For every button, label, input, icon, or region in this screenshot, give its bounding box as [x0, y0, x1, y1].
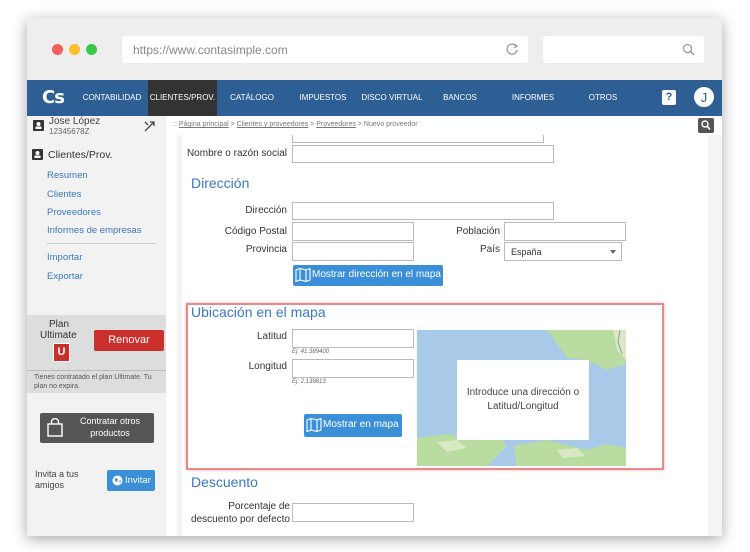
close-window-dot[interactable]	[52, 44, 63, 55]
contasimple-logo[interactable]: Cs	[42, 87, 65, 108]
address-bar[interactable]: https://www.contasimple.com	[122, 36, 528, 63]
breadcrumb-suppliers[interactable]: Proveedores	[316, 121, 356, 128]
postal-code-label: Código Postal	[224, 226, 287, 237]
contract-products-button[interactable]: Contratar otros productos	[40, 413, 154, 443]
address-input[interactable]	[292, 202, 554, 220]
browser-search-box[interactable]	[543, 36, 704, 63]
user-id: 12345678Z	[49, 127, 90, 136]
plan-name: Ultimate	[40, 330, 77, 341]
nav-informes[interactable]: INFORMES	[505, 80, 561, 116]
help-icon[interactable]: ?	[662, 90, 676, 105]
invite-button[interactable]: Invitar	[107, 470, 155, 491]
nav-contabilidad[interactable]: CONTABILIDAD	[77, 80, 147, 116]
plan-note: Tienes contratado el plan Ultimate. Tu p…	[34, 374, 152, 390]
address-label: Dirección	[245, 205, 287, 216]
plan-divider	[27, 370, 166, 371]
magnifier-icon	[701, 120, 711, 131]
province-input[interactable]	[292, 242, 414, 261]
invite-button-label: Invitar	[125, 475, 151, 486]
nav-catalogo[interactable]: CATÁLOGO	[222, 80, 282, 116]
discount-input[interactable]	[292, 503, 414, 522]
zoom-search-button[interactable]	[698, 118, 714, 133]
sidebar-divider	[47, 243, 156, 244]
previous-field-edge	[292, 135, 544, 143]
city-label: Población	[456, 226, 500, 237]
postal-code-input[interactable]	[292, 222, 414, 241]
user-box: Jose López 12345678Z	[27, 116, 166, 142]
maximize-window-dot[interactable]	[86, 44, 97, 55]
breadcrumb: :: Página principal > Clientes y proveed…	[166, 116, 722, 132]
breadcrumb-clients-suppliers[interactable]: Clientes y proveedores	[237, 121, 309, 128]
url-text: https://www.contasimple.com	[133, 43, 288, 57]
browser-window: https://www.contasimple.com Cs CONTABILI…	[27, 18, 722, 536]
discount-label: Porcentaje de descuento por defecto	[191, 501, 290, 525]
plan-badge: U	[53, 343, 70, 362]
address-section-title: Dirección	[191, 175, 250, 191]
sidebar: Jose López 12345678Z Clientes/Prov. Resu…	[27, 116, 166, 536]
contacts-icon	[32, 149, 43, 160]
user-name: Jose López	[49, 116, 101, 127]
map-icon	[295, 268, 311, 282]
top-navbar: Cs CONTABILIDAD CLIENTES/PROV. CATÁLOGO …	[27, 80, 722, 116]
reload-icon[interactable]	[505, 42, 519, 56]
sidebar-section-title: Clientes/Prov.	[48, 149, 113, 161]
switch-user-icon[interactable]	[144, 121, 155, 132]
chevron-down-icon	[610, 250, 616, 254]
name-label: Nombre o razón social	[186, 148, 287, 159]
nav-clientes-prov[interactable]: CLIENTES/PROV.	[148, 80, 217, 116]
breadcrumb-trail: :: Página principal > Clientes y proveed…	[173, 121, 418, 128]
user-card-icon	[33, 120, 44, 131]
country-select-value: España	[511, 247, 542, 257]
country-label: País	[479, 244, 500, 255]
nav-impuestos[interactable]: IMPUESTOS	[293, 80, 353, 116]
contract-products-label: Contratar otros productos	[79, 416, 141, 438]
shopping-bag-icon	[47, 418, 63, 437]
show-address-on-map-label: Mostrar dirección en el mapa	[312, 269, 441, 280]
sidebar-item-proveedores[interactable]: Proveedores	[47, 207, 101, 218]
user-avatar[interactable]: J	[692, 85, 716, 109]
breadcrumb-current: Nuevo proveedor	[363, 121, 418, 128]
name-input[interactable]	[292, 145, 554, 163]
sidebar-item-exportar[interactable]: Exportar	[47, 271, 83, 282]
plan-box: Plan Ultimate U Renovar Tienes contratad…	[27, 315, 166, 393]
map-section-highlight	[186, 303, 664, 470]
sidebar-item-informes-empresas[interactable]: Informes de empresas	[47, 225, 142, 236]
sidebar-item-clientes[interactable]: Clientes	[47, 189, 81, 200]
search-icon	[682, 43, 695, 56]
plan-label: Plan	[49, 319, 70, 330]
nav-disco-virtual[interactable]: DISCO VIRTUAL	[359, 80, 425, 116]
sidebar-item-resumen[interactable]: Resumen	[47, 170, 88, 181]
renew-button[interactable]: Renovar	[94, 330, 164, 351]
sidebar-item-importar[interactable]: Importar	[47, 252, 82, 263]
country-select[interactable]: España	[504, 242, 622, 261]
invite-text: Invita a tus amigos	[35, 469, 79, 490]
nav-bancos[interactable]: BANCOS	[435, 80, 485, 116]
province-label: Provincia	[245, 244, 287, 255]
globe-icon	[112, 475, 123, 486]
city-input[interactable]	[504, 222, 626, 241]
breadcrumb-home[interactable]: Página principal	[179, 121, 229, 128]
minimize-window-dot[interactable]	[69, 44, 80, 55]
discount-section-title: Descuento	[191, 474, 258, 490]
nav-otros[interactable]: OTROS	[583, 80, 623, 116]
show-address-on-map-button[interactable]: Mostrar dirección en el mapa	[293, 265, 443, 286]
browser-chrome: https://www.contasimple.com	[27, 18, 722, 80]
